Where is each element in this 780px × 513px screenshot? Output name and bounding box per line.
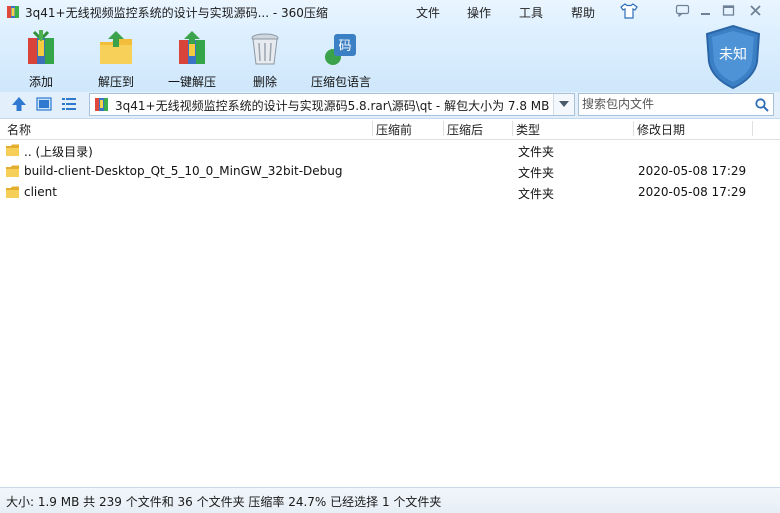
one-key-extract-icon [179, 31, 205, 64]
column-divider[interactable] [633, 121, 634, 136]
file-type: 文件夹 [518, 145, 555, 159]
archive-path-icon [95, 98, 108, 111]
extract-folder-icon [100, 31, 132, 64]
path-text: 3q41+无线视频监控系统的设计与实现源码5.8.rar\源码\qt - 解包大… [115, 99, 550, 113]
delete-label: 删除 [252, 75, 277, 89]
menu-help[interactable]: 帮助 [571, 4, 595, 21]
column-divider[interactable] [443, 121, 444, 136]
add-label: 添加 [28, 75, 53, 89]
up-level-icon[interactable] [11, 96, 27, 112]
file-modified: 2020-05-08 17:29 [638, 185, 747, 199]
extract-to-button[interactable]: 解压到 [84, 30, 148, 89]
search-icon[interactable] [755, 98, 769, 112]
maximize-icon[interactable] [721, 4, 736, 17]
trash-bin-icon [251, 33, 279, 65]
minimize-icon[interactable] [698, 4, 713, 17]
column-divider[interactable] [372, 121, 373, 136]
file-type: 文件夹 [518, 187, 555, 201]
file-name: build-client-Desktop_Qt_5_10_0_MinGW_32b… [24, 164, 343, 178]
search-box[interactable] [578, 93, 774, 116]
column-header-size-after[interactable]: 压缩后 [447, 121, 483, 138]
one-key-extract-label: 一键解压 [167, 75, 216, 89]
add-button[interactable]: 添加 [9, 30, 73, 89]
skin-shirt-icon[interactable] [620, 3, 638, 19]
file-row[interactable]: build-client-Desktop_Qt_5_10_0_MinGW_32b… [0, 161, 780, 182]
list-view-icon[interactable] [61, 96, 77, 112]
thumbnail-view-icon[interactable] [36, 96, 52, 112]
status-bar: 大小: 1.9 MB 共 239 个文件和 36 个文件夹 压缩率 24.7% … [0, 487, 780, 513]
file-name: .. (上级目录) [24, 145, 93, 159]
title-bar: 3q41+无线视频监控系统的设计与实现源码... - 360压缩 文件 操作 工… [0, 0, 780, 24]
column-header-size-before[interactable]: 压缩前 [376, 121, 412, 138]
one-key-extract-button[interactable]: 一键解压 [160, 30, 224, 89]
folder-icon [6, 186, 19, 198]
file-name: client [24, 185, 57, 199]
chevron-down-icon [559, 101, 569, 107]
menu-file[interactable]: 文件 [416, 4, 440, 21]
file-row[interactable]: client 文件夹 2020-05-08 17:29 [0, 182, 780, 203]
status-text: 大小: 1.9 MB 共 239 个文件和 36 个文件夹 压缩率 24.7% … [6, 495, 442, 509]
feedback-icon[interactable] [675, 4, 690, 17]
file-type: 文件夹 [518, 166, 555, 180]
path-dropdown-button[interactable] [553, 94, 574, 115]
extract-to-label: 解压到 [97, 75, 134, 89]
file-row-parent-dir[interactable]: .. (上级目录) 文件夹 [0, 140, 780, 161]
menu-operation[interactable]: 操作 [467, 4, 491, 21]
shield-label: 未知 [719, 46, 747, 63]
column-header-type[interactable]: 类型 [516, 121, 540, 138]
window-title: 3q41+无线视频监控系统的设计与实现源码... - 360压缩 [25, 6, 328, 20]
search-input[interactable] [582, 95, 747, 113]
top-band: 3q41+无线视频监控系统的设计与实现源码... - 360压缩 文件 操作 工… [0, 0, 780, 92]
close-icon[interactable] [748, 4, 763, 17]
path-field[interactable]: 3q41+无线视频监控系统的设计与实现源码5.8.rar\源码\qt - 解包大… [89, 93, 575, 116]
file-list-header: 名称 压缩前 压缩后 类型 修改日期 [0, 119, 780, 140]
language-glyph: 码 [338, 39, 351, 54]
column-divider[interactable] [512, 121, 513, 136]
archive-language-label: 压缩包语言 [310, 75, 371, 89]
language-icon: 码 [325, 34, 356, 65]
security-shield-badge[interactable]: 未知 [704, 24, 762, 90]
menu-tools[interactable]: 工具 [519, 4, 543, 21]
add-archive-icon [28, 30, 54, 64]
file-modified: 2020-05-08 17:29 [638, 164, 747, 178]
shield-icon: 未知 [705, 24, 761, 90]
archive-language-button[interactable]: 码 压缩包语言 [308, 30, 374, 89]
address-bar-row: 3q41+无线视频监控系统的设计与实现源码5.8.rar\源码\qt - 解包大… [0, 92, 780, 119]
folder-icon [6, 144, 19, 156]
column-header-modified[interactable]: 修改日期 [637, 121, 685, 138]
archive-app-icon [7, 6, 19, 18]
column-divider[interactable] [752, 121, 753, 136]
app-window: 3q41+无线视频监控系统的设计与实现源码... - 360压缩 文件 操作 工… [0, 0, 780, 513]
column-header-name[interactable]: 名称 [7, 121, 31, 138]
delete-button[interactable]: 删除 [233, 30, 297, 89]
folder-icon [6, 165, 19, 177]
